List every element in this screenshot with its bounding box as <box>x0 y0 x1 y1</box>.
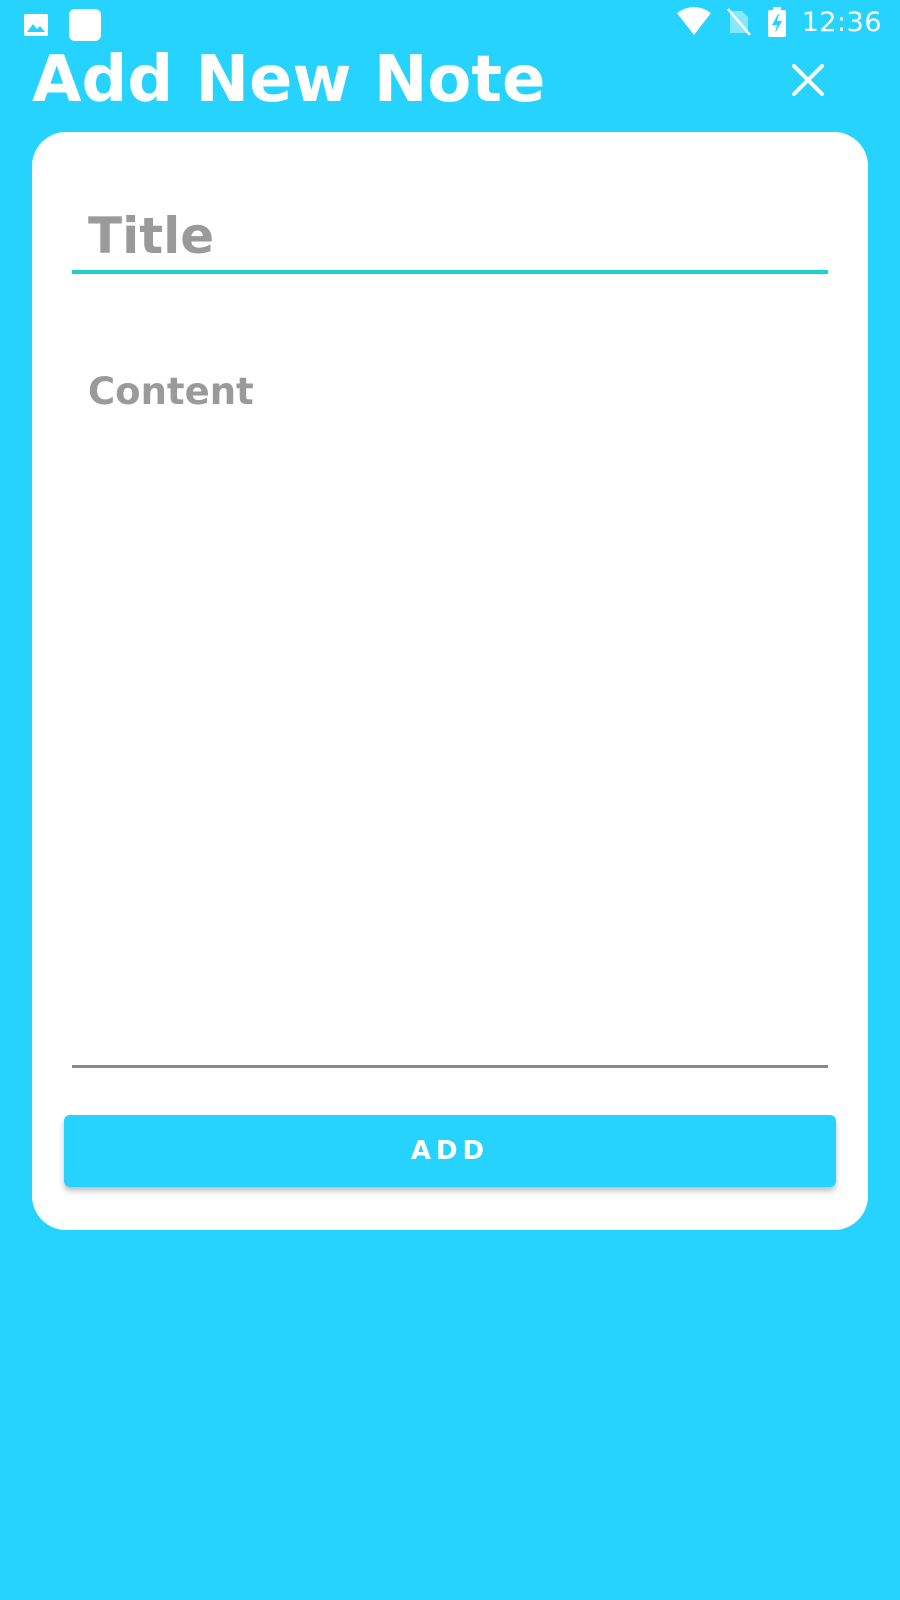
image-notification-icon <box>22 11 50 39</box>
title-input[interactable] <box>72 202 828 274</box>
app-notification-icon <box>68 8 102 42</box>
add-button[interactable]: ADD <box>64 1115 836 1187</box>
content-input[interactable] <box>72 352 828 1068</box>
status-left-icons <box>22 8 102 42</box>
status-right-icons: 12:36 <box>676 6 882 38</box>
close-button[interactable] <box>786 58 830 102</box>
page-title: Add New Note <box>32 43 546 117</box>
note-form-card: ADD <box>32 132 868 1230</box>
wifi-icon <box>676 7 712 37</box>
close-icon <box>792 64 824 96</box>
battery-charging-icon <box>766 6 788 38</box>
header: Add New Note <box>0 40 900 124</box>
status-time: 12:36 <box>801 6 882 38</box>
no-sim-icon <box>726 7 752 37</box>
